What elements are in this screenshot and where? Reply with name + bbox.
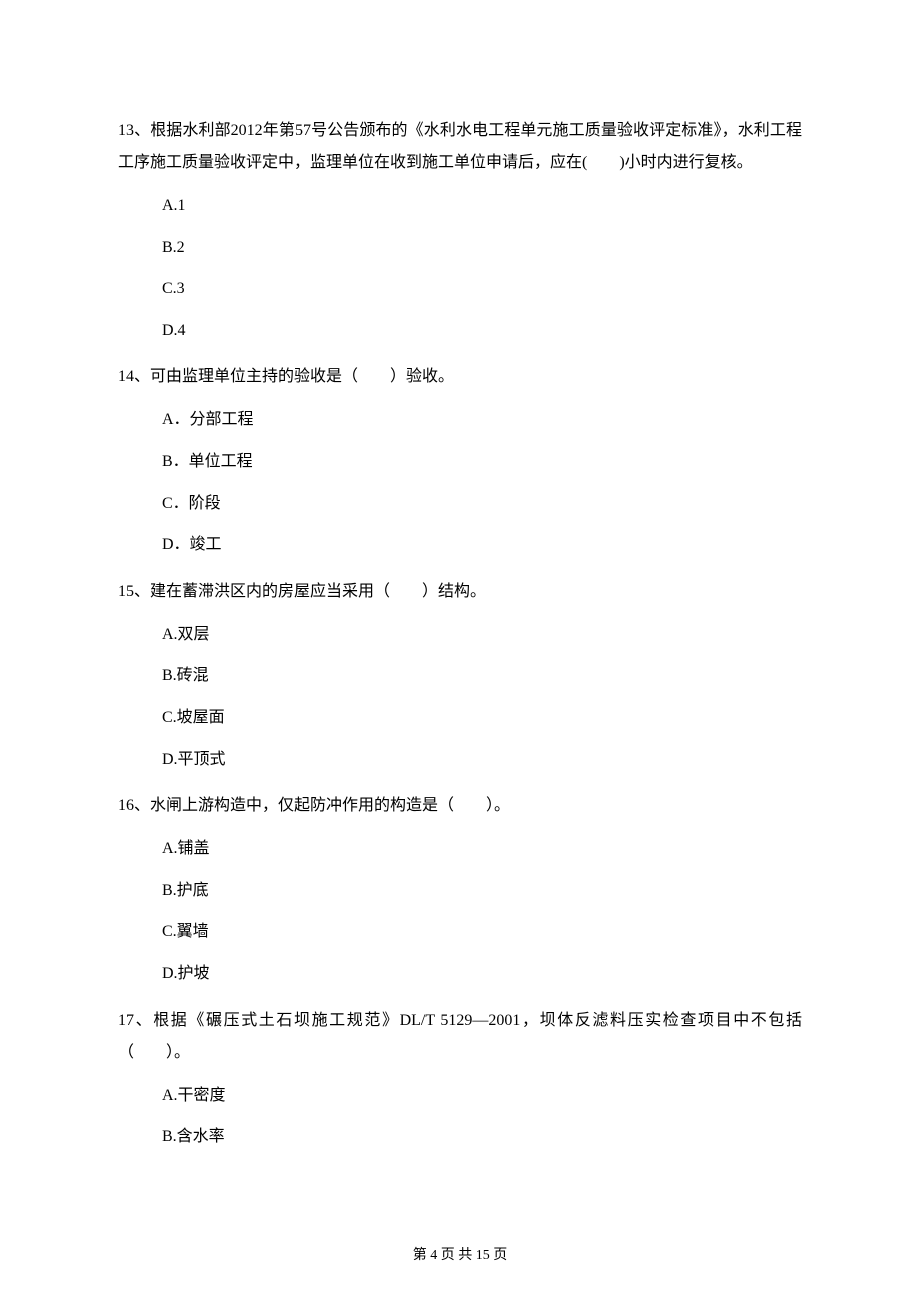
question-number: 13、 [118,122,150,139]
option-a: A.双层 [162,622,802,648]
option-b: B.含水率 [162,1124,802,1150]
option-b: B.2 [162,235,802,261]
option-c: C．阶段 [162,491,802,517]
option-c: C.坡屋面 [162,705,802,731]
option-b: B.砖混 [162,663,802,689]
option-a: A.铺盖 [162,836,802,862]
option-d: D.4 [162,318,802,344]
question-text: 15、建在蓄滞洪区内的房屋应当采用（ ）结构。 [118,576,802,608]
options-list: A．分部工程 B．单位工程 C．阶段 D．竣工 [118,393,802,557]
option-c: C.翼墙 [162,919,802,945]
document-page: 13、根据水利部2012年第57号公告颁布的《水利水电工程单元施工质量验收评定标… [0,0,920,1302]
question-15: 15、建在蓄滞洪区内的房屋应当采用（ ）结构。 A.双层 B.砖混 C.坡屋面 … [118,576,802,772]
options-list: A.双层 B.砖混 C.坡屋面 D.平顶式 [118,608,802,772]
option-a: A.1 [162,193,802,219]
question-number: 14、 [118,368,150,385]
option-d: D.平顶式 [162,747,802,773]
question-body: 根据水利部2012年第57号公告颁布的《水利水电工程单元施工质量验收评定标准》，… [118,122,802,171]
page-footer: 第 4 页 共 15 页 [0,1245,920,1266]
question-body: 水闸上游构造中，仅起防冲作用的构造是（ ）。 [150,797,510,814]
option-a: A.干密度 [162,1083,802,1109]
question-text: 13、根据水利部2012年第57号公告颁布的《水利水电工程单元施工质量验收评定标… [118,115,802,179]
option-c: C.3 [162,276,802,302]
question-body: 可由监理单位主持的验收是（ ）验收。 [150,368,454,385]
question-17: 17、根据《碾压式土石坝施工规范》DL/T 5129—2001，坝体反滤料压实检… [118,1005,802,1150]
option-d: D.护坡 [162,961,802,987]
options-list: A.1 B.2 C.3 D.4 [118,179,802,343]
option-b: B．单位工程 [162,449,802,475]
question-13: 13、根据水利部2012年第57号公告颁布的《水利水电工程单元施工质量验收评定标… [118,115,802,343]
option-a: A．分部工程 [162,407,802,433]
question-number: 15、 [118,583,150,600]
question-16: 16、水闸上游构造中，仅起防冲作用的构造是（ ）。 A.铺盖 B.护底 C.翼墙… [118,790,802,986]
question-text: 17、根据《碾压式土石坝施工规范》DL/T 5129—2001，坝体反滤料压实检… [118,1005,802,1069]
question-number: 17、 [118,1012,153,1029]
question-body: 根据《碾压式土石坝施工规范》DL/T 5129—2001，坝体反滤料压实检查项目… [118,1012,802,1061]
question-14: 14、可由监理单位主持的验收是（ ）验收。 A．分部工程 B．单位工程 C．阶段… [118,361,802,557]
question-text: 16、水闸上游构造中，仅起防冲作用的构造是（ ）。 [118,790,802,822]
options-list: A.铺盖 B.护底 C.翼墙 D.护坡 [118,822,802,986]
option-d: D．竣工 [162,532,802,558]
option-b: B.护底 [162,878,802,904]
question-number: 16、 [118,797,150,814]
question-body: 建在蓄滞洪区内的房屋应当采用（ ）结构。 [150,583,486,600]
options-list: A.干密度 B.含水率 [118,1069,802,1150]
question-text: 14、可由监理单位主持的验收是（ ）验收。 [118,361,802,393]
